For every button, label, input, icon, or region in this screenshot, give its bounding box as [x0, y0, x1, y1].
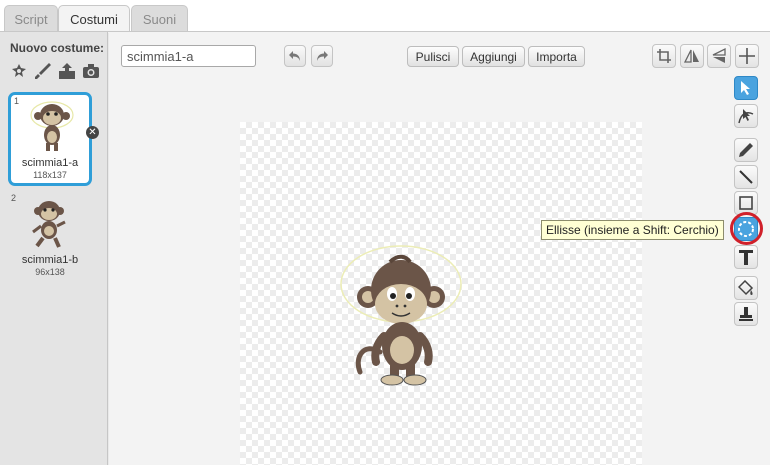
- flip-vertical-button[interactable]: [707, 44, 731, 68]
- pencil-tool[interactable]: [734, 138, 758, 162]
- line-icon: [739, 170, 753, 184]
- monkey-sprite: [340, 245, 462, 386]
- upload-icon[interactable]: [58, 62, 76, 80]
- undo-icon: [289, 51, 300, 61]
- drawing-canvas[interactable]: [240, 122, 642, 465]
- flip-horizontal-icon: [683, 49, 699, 63]
- tab-bar: Script Costumi Suoni: [0, 0, 770, 33]
- new-costume-icons: [10, 62, 100, 80]
- costume-item-1[interactable]: 1 scimmia1-a 118x137: [8, 92, 92, 186]
- rectangle-icon: [739, 196, 753, 210]
- stamp-icon: [739, 307, 753, 321]
- undo-button[interactable]: [284, 45, 306, 67]
- costume-thumbnail: [25, 198, 73, 250]
- import-button[interactable]: Importa: [528, 46, 585, 67]
- redo-button[interactable]: [311, 45, 333, 67]
- tab-costumes-label: Costumi: [70, 12, 118, 27]
- costume-list-panel: Nuovo costume: 1 scimmia1-a 118x137 ✕ 2 …: [0, 32, 108, 465]
- ellipse-tool-highlight: [730, 212, 763, 245]
- set-costume-center-button[interactable]: [735, 44, 759, 68]
- crop-icon: [657, 49, 671, 63]
- reshape-tool[interactable]: [734, 104, 758, 128]
- text-icon: [739, 250, 753, 265]
- costume-number: 2: [11, 193, 17, 203]
- costume-size: 96x138: [35, 267, 65, 277]
- tab-sounds-label: Suoni: [142, 11, 177, 27]
- stamp-tool[interactable]: [734, 302, 758, 326]
- clear-button[interactable]: Pulisci: [407, 46, 459, 67]
- flip-horizontal-button[interactable]: [680, 44, 704, 68]
- paint-brush-icon[interactable]: [34, 62, 52, 80]
- costume-size: 118x137: [33, 170, 67, 180]
- text-tool[interactable]: [734, 245, 758, 269]
- costume-name: scimmia1-a: [21, 157, 79, 169]
- reshape-icon: [738, 109, 754, 124]
- add-button[interactable]: Aggiungi: [462, 46, 525, 67]
- crosshair-icon: [739, 48, 755, 64]
- library-sprite-icon[interactable]: [10, 62, 28, 80]
- select-icon: [741, 81, 750, 95]
- costume-thumbnail: [28, 101, 76, 153]
- set-center-button[interactable]: [652, 44, 676, 68]
- costume-item-2[interactable]: 2 scimmia1-b 96x138: [8, 192, 92, 286]
- flip-vertical-icon: [712, 47, 726, 63]
- tab-script-label: Script: [14, 11, 48, 27]
- fill-icon: [738, 280, 754, 296]
- fill-tool[interactable]: [734, 276, 758, 300]
- costume-name-input[interactable]: [121, 45, 256, 67]
- costume-number: 1: [14, 96, 20, 106]
- redo-icon: [317, 51, 328, 61]
- tab-script[interactable]: Script: [4, 5, 58, 32]
- tab-costumes[interactable]: Costumi: [58, 5, 130, 33]
- select-tool[interactable]: [734, 76, 758, 100]
- costume-name: scimmia1-b: [21, 254, 79, 266]
- delete-costume-icon[interactable]: ✕: [86, 126, 99, 139]
- line-tool[interactable]: [734, 165, 758, 189]
- camera-icon[interactable]: [82, 62, 100, 80]
- tab-sounds[interactable]: Suoni: [131, 5, 188, 32]
- ellipse-tooltip: Ellisse (insieme a Shift: Cerchio): [541, 220, 724, 240]
- pencil-icon: [739, 143, 753, 157]
- new-costume-label: Nuovo costume:: [10, 41, 105, 55]
